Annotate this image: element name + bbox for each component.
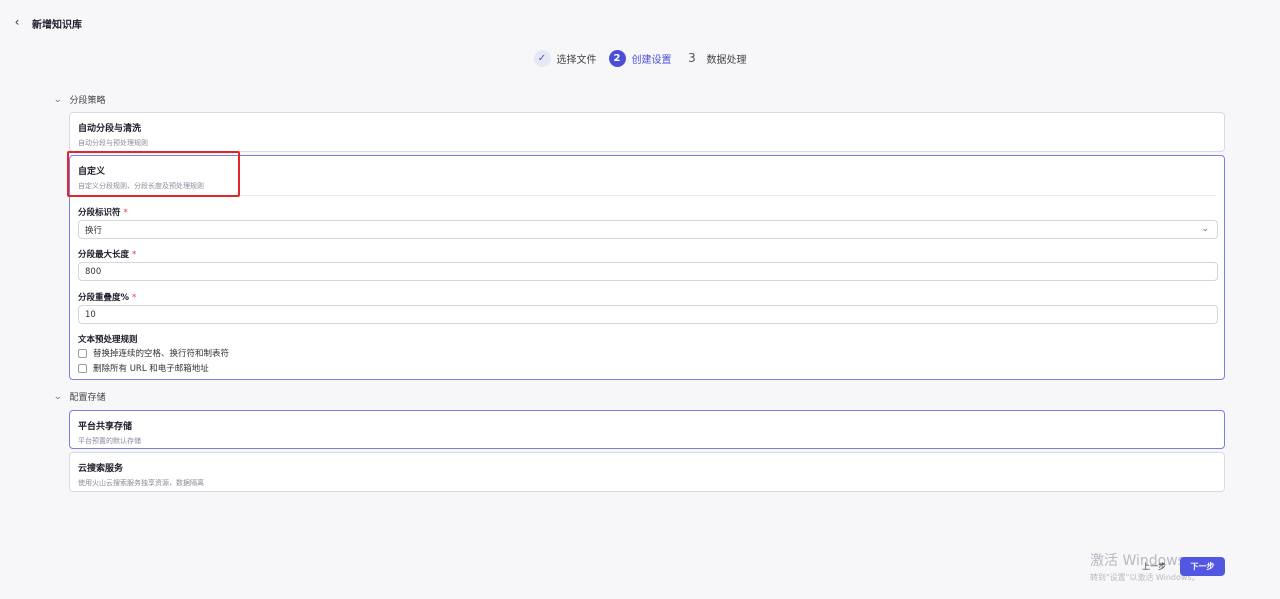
- divider: [78, 195, 1216, 196]
- chevron-down-icon: ⌄: [53, 391, 63, 402]
- option-subtitle: 使用火山云搜索服务独享资源，数据隔离: [78, 479, 204, 487]
- check-icon: ✓: [533, 49, 551, 67]
- option-subtitle: 自动分段与预处理规则: [78, 139, 148, 147]
- section-title: 配置存储: [69, 393, 106, 403]
- preprocess-label: 文本预处理规则: [78, 335, 138, 345]
- checkbox[interactable]: [78, 363, 87, 373]
- option-subtitle: 自定义分段规则、分段长度及预处理规则: [78, 182, 204, 190]
- option-title: 自动分段与清洗: [78, 124, 142, 134]
- step-number: 3: [688, 51, 696, 65]
- next-step-button[interactable]: 下一步: [1180, 557, 1225, 576]
- rule-replace-whitespace[interactable]: 替换掉连续的空格、换行符和制表符: [78, 347, 229, 359]
- step-label: 数据处理: [706, 54, 747, 66]
- option-auto-segmentation[interactable]: 自动分段与清洗 自动分段与预处理规则: [69, 112, 1225, 152]
- chevron-down-icon: ⌄: [1201, 224, 1209, 234]
- prev-step-button[interactable]: 上一步: [1136, 558, 1172, 574]
- rule-remove-urls[interactable]: 删除所有 URL 和电子邮箱地址: [78, 362, 209, 374]
- max-length-value: 800: [85, 266, 102, 277]
- section-segmentation-toggle[interactable]: ⌄ 分段策略: [53, 93, 106, 107]
- option-subtitle: 平台预置的默认存储: [78, 437, 141, 445]
- rule-label: 替换掉连续的空格、换行符和制表符: [93, 349, 230, 359]
- option-title: 云搜索服务: [78, 464, 124, 474]
- step-create-settings[interactable]: 2 创建设置: [608, 49, 672, 67]
- checkbox[interactable]: [78, 348, 87, 358]
- chevron-down-icon: ⌄: [53, 94, 63, 105]
- step-select-file[interactable]: ✓ 选择文件: [533, 49, 597, 67]
- back-button[interactable]: ‹: [10, 14, 24, 30]
- overlap-label: 分段重叠度% *: [78, 293, 137, 303]
- max-length-label: 分段最大长度 *: [78, 250, 137, 260]
- option-title: 自定义: [78, 167, 106, 177]
- option-cloud-search[interactable]: 云搜索服务 使用火山云搜索服务独享资源，数据隔离: [69, 452, 1225, 492]
- identifier-label: 分段标识符 *: [78, 208, 128, 218]
- stepper: ✓ 选择文件 2 创建设置 3 数据处理: [0, 48, 1280, 68]
- step-number: 2: [608, 49, 626, 67]
- step-data-processing[interactable]: 3 数据处理: [684, 50, 747, 67]
- section-storage-toggle[interactable]: ⌄ 配置存储: [53, 390, 106, 404]
- step-label: 选择文件: [556, 54, 597, 66]
- step-label: 创建设置: [631, 54, 672, 66]
- identifier-value: 换行: [85, 225, 103, 236]
- option-custom-segmentation[interactable]: 自定义 自定义分段规则、分段长度及预处理规则 分段标识符 * 换行 ⌄ 分段最大长…: [69, 155, 1225, 380]
- option-title: 平台共享存储: [78, 422, 133, 432]
- option-shared-storage[interactable]: 平台共享存储 平台预置的默认存储: [69, 410, 1225, 449]
- max-length-input[interactable]: 800: [78, 262, 1218, 281]
- overlap-input[interactable]: 10: [78, 305, 1218, 324]
- header: ‹ 新增知识库: [0, 0, 1280, 44]
- page-title: 新增知识库: [32, 20, 82, 31]
- chevron-left-icon: ‹: [14, 15, 20, 29]
- rule-label: 删除所有 URL 和电子邮箱地址: [93, 364, 209, 374]
- overlap-value: 10: [85, 309, 96, 320]
- section-title: 分段策略: [69, 96, 106, 106]
- identifier-select[interactable]: 换行 ⌄: [78, 220, 1218, 239]
